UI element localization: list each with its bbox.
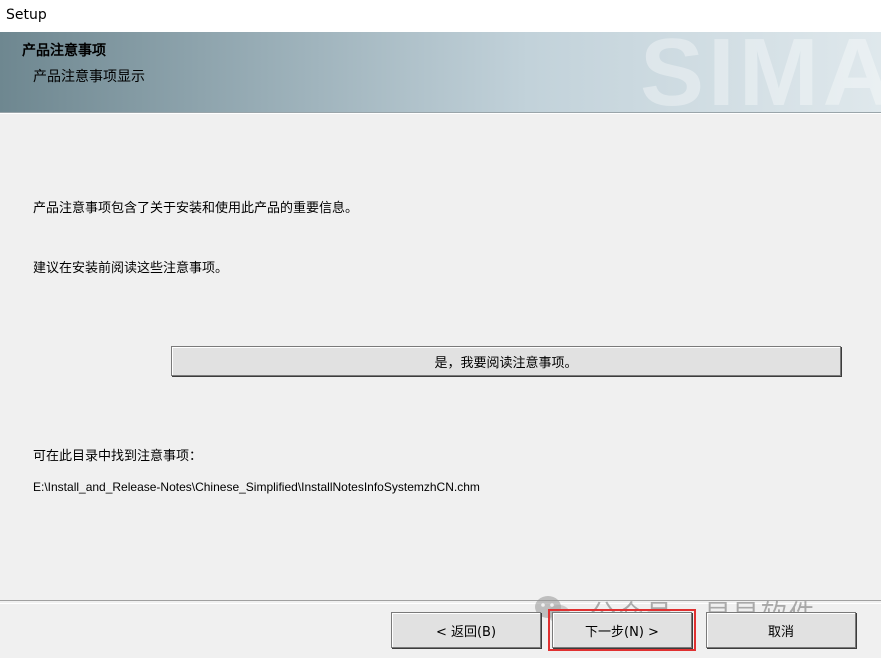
location-label: 可在此目录中找到注意事项： — [33, 449, 203, 464]
banner-watermark: SIMA — [640, 32, 881, 113]
info-text: 产品注意事项包含了关于安装和使用此产品的重要信息。 — [33, 201, 359, 216]
header-banner: SIMA 产品注意事项 产品注意事项显示 — [0, 32, 881, 113]
read-notes-button[interactable]: 是，我要阅读注意事项。 — [171, 346, 841, 376]
footer-divider — [0, 600, 881, 604]
title-bar: Setup — [0, 0, 881, 33]
back-button[interactable]: < 返回(B) — [391, 612, 541, 648]
banner-divider — [0, 113, 881, 114]
window-title: Setup — [6, 7, 47, 23]
page-heading: 产品注意事项 — [22, 43, 106, 59]
next-button[interactable]: 下一步(N) > — [552, 612, 692, 648]
notes-path: E:\Install_and_Release-Notes\Chinese_Sim… — [33, 480, 480, 494]
cancel-button[interactable]: 取消 — [706, 612, 856, 648]
page-subheading: 产品注意事项显示 — [33, 69, 145, 85]
recommend-text: 建议在安装前阅读这些注意事项。 — [33, 261, 229, 276]
